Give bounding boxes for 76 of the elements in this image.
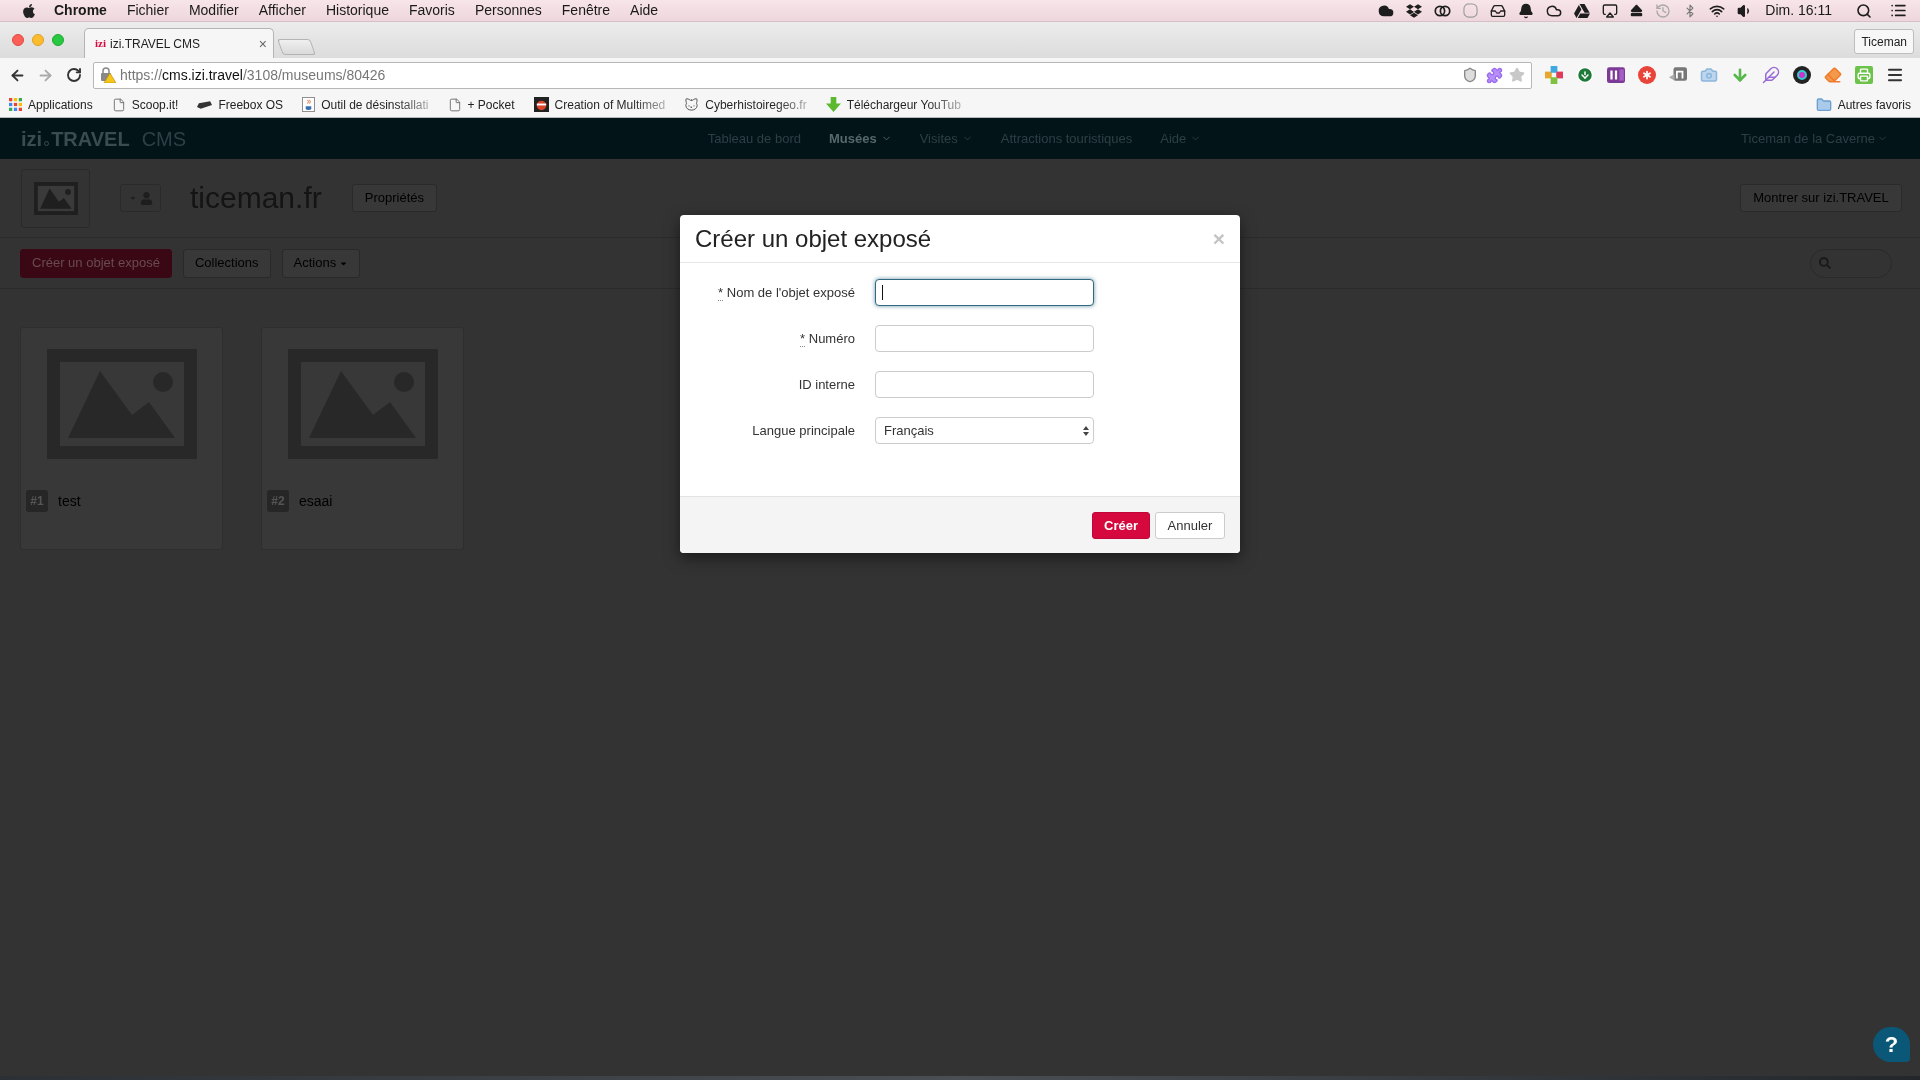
menu-clock[interactable]: Dim. 16:11 [1765,0,1832,21]
field-label: Langue principale [751,421,855,440]
box-icon[interactable] [1406,2,1423,19]
language-select[interactable]: Français [875,417,1094,444]
url-text: https://cms.izi.travel/3108/museums/80426 [120,65,386,85]
menu-item[interactable]: Fenêtre [561,0,611,21]
page-icon [447,97,462,112]
modal-button[interactable]: Annuler [1155,512,1225,539]
search-icon[interactable] [1856,2,1872,19]
field-label: * Numéro [799,329,855,349]
notebook-icon[interactable] [1607,66,1625,84]
apps-grid-icon [9,98,22,111]
modal-button[interactable]: Créer [1092,512,1150,539]
folder-icon [1815,96,1832,113]
arrow-down-icon [825,97,841,112]
feather-icon[interactable] [1762,66,1780,84]
tray-icon[interactable] [1490,2,1507,19]
browser-tab[interactable]: izi izi.TRAVEL CMS × [84,28,274,58]
device-icon [197,100,213,109]
menu-item[interactable]: Modifier [188,0,239,21]
menu-icon[interactable] [1886,66,1904,84]
eraser-icon[interactable] [1824,66,1842,84]
tab-title: izi.TRAVEL CMS [110,35,200,53]
document-icon [302,97,316,112]
text-input[interactable] [875,279,1094,306]
exhibit-title: test [58,491,81,511]
arrow-down-icon[interactable] [1731,66,1749,84]
help-button[interactable]: ? [1873,1027,1910,1062]
logo-text: TRAVEL [51,128,130,149]
close-window-icon[interactable] [12,34,24,46]
menu-item[interactable]: Historique [325,0,389,21]
lock-warning-icon [100,67,116,83]
apple-icon[interactable] [21,2,37,19]
menu-item[interactable]: Afficher [258,0,306,21]
bookmark-link[interactable]: Autres favoris [1837,95,1911,114]
puzzle-icon[interactable] [1486,66,1503,84]
field-label: ID interne [797,375,855,394]
menu-item[interactable]: Favoris [408,0,455,21]
logo-text: izi [21,128,43,149]
menu-item[interactable]: Chrome [54,0,107,21]
eject-icon[interactable] [1630,4,1644,17]
tab-close-button[interactable]: × [258,36,267,51]
bookmark-link[interactable]: Freebox OS [218,95,284,114]
field-label: * Nom de l'objet exposé [717,283,855,303]
menu-item[interactable]: Aide [630,0,659,21]
menu-item[interactable]: Fichier [126,0,169,21]
cat-icon [684,97,700,112]
exhibit-title: esaai [299,491,333,511]
profile-button[interactable]: Ticeman [1854,29,1914,54]
bell-icon[interactable] [1518,2,1535,19]
maximize-window-icon[interactable] [52,34,64,46]
download-circle-icon[interactable] [1576,66,1594,84]
menu-item[interactable]: Personnes [474,0,542,21]
triangle-icon[interactable] [1574,2,1591,19]
rings-icon[interactable] [1434,4,1452,17]
thumbnail-icon [533,97,549,112]
page-icon [111,97,126,112]
tab-favicon: izi [95,36,106,52]
reload-icon[interactable] [66,67,82,83]
image-placeholder-icon [33,181,78,215]
address-bar[interactable]: https://cms.izi.travel/3108/museums/80426 [93,61,1532,89]
screen-icon[interactable] [1602,2,1619,19]
bookmark-link[interactable]: + Pocket [467,95,515,114]
text-cursor [882,285,883,300]
color-squares-icon[interactable] [1545,66,1563,84]
select-arrows-icon [1083,425,1089,436]
shield-icon[interactable] [1462,67,1478,83]
square-arrow-icon[interactable] [1669,66,1687,84]
bookmark-link[interactable]: Applications [28,95,93,114]
bookmark-link[interactable]: Scoop.it! [131,95,179,114]
list-icon[interactable] [1890,2,1907,19]
search-icon [1819,257,1831,269]
color-ring-icon[interactable] [1793,66,1811,84]
modal-title: Créer un objet exposé [695,226,932,251]
star-icon[interactable] [1509,67,1525,83]
asterisk-icon[interactable] [1638,66,1656,84]
